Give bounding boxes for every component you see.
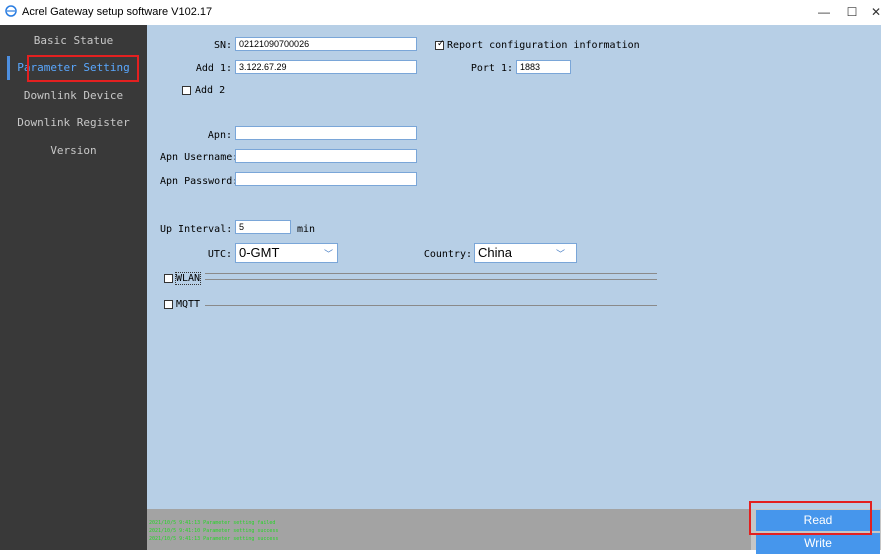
apn-label: Apn: [207, 130, 232, 141]
sn-label: SN: [213, 40, 232, 51]
apn-username-field[interactable] [235, 149, 417, 163]
port1-label: Port 1: [470, 63, 513, 74]
country-select-value: China [478, 245, 512, 260]
minimize-button[interactable]: — [812, 3, 836, 21]
up-interval-field[interactable]: 5 [235, 220, 291, 234]
wlan-checkbox[interactable] [164, 274, 173, 283]
sidebar-item-basic-statue[interactable]: Basic Statue [0, 30, 147, 52]
sidebar-item-version[interactable]: Version [0, 140, 147, 162]
chevron-down-icon: ﹀ [324, 250, 334, 260]
chevron-down-icon: ﹀ [556, 250, 566, 260]
wlan-group-divider [205, 273, 657, 280]
parameter-panel [147, 25, 881, 509]
close-button[interactable]: ✕ [864, 3, 881, 21]
window-title: Acrel Gateway setup software V102.17 [22, 6, 213, 18]
mqtt-checkbox[interactable] [164, 300, 173, 309]
report-checkbox[interactable]: ✓ [435, 39, 445, 50]
add2-checkbox[interactable] [182, 86, 191, 95]
wlan-label: WLAN [174, 272, 202, 285]
report-label: Report configuration information [447, 40, 640, 51]
port1-field[interactable]: 1883 [516, 60, 571, 74]
log-line: 2021/10/5 9:41:13 Parameter setting succ… [149, 536, 279, 542]
apn-password-field[interactable] [235, 172, 417, 186]
sidebar-item-downlink-register[interactable]: Downlink Register [0, 112, 147, 134]
maximize-button[interactable]: ☐ [840, 3, 864, 21]
title-bar: Acrel Gateway setup software V102.17 — ☐… [0, 0, 881, 25]
country-label: Country: [423, 249, 472, 260]
utc-label: UTC: [207, 249, 232, 260]
log-line: 2021/10/5 9:41:10 Parameter setting succ… [149, 528, 279, 534]
apn-password-label: Apn Password: [160, 176, 239, 187]
country-select[interactable]: China ﹀ [474, 243, 577, 263]
mqtt-group-divider [205, 305, 657, 306]
sidebar-item-downlink-device[interactable]: Downlink Device [0, 85, 147, 107]
log-panel: 2021/10/5 9:41:13 Parameter setting fail… [147, 509, 751, 550]
add2-label: Add 2 [195, 85, 226, 96]
write-button[interactable]: Write [756, 533, 880, 554]
utc-select-value: 0-GMT [239, 245, 280, 260]
checkmark-icon: ✓ [437, 39, 445, 49]
mqtt-label: MQTT [176, 299, 201, 310]
utc-select[interactable]: 0-GMT ﹀ [235, 243, 338, 263]
up-interval-label: Up Interval: [160, 224, 233, 235]
apn-field[interactable] [235, 126, 417, 140]
highlight-annotation [749, 501, 872, 535]
interval-unit-label: min [297, 224, 316, 235]
add1-field[interactable]: 3.122.67.29 [235, 60, 417, 74]
log-line: 2021/10/5 9:41:13 Parameter setting fail… [149, 520, 276, 526]
apn-username-label: Apn Username: [160, 152, 239, 163]
highlight-annotation [27, 55, 139, 82]
app-logo-icon [5, 5, 17, 17]
sn-field[interactable]: 02121090700026 [235, 37, 417, 51]
add1-label: Add 1: [195, 63, 232, 74]
